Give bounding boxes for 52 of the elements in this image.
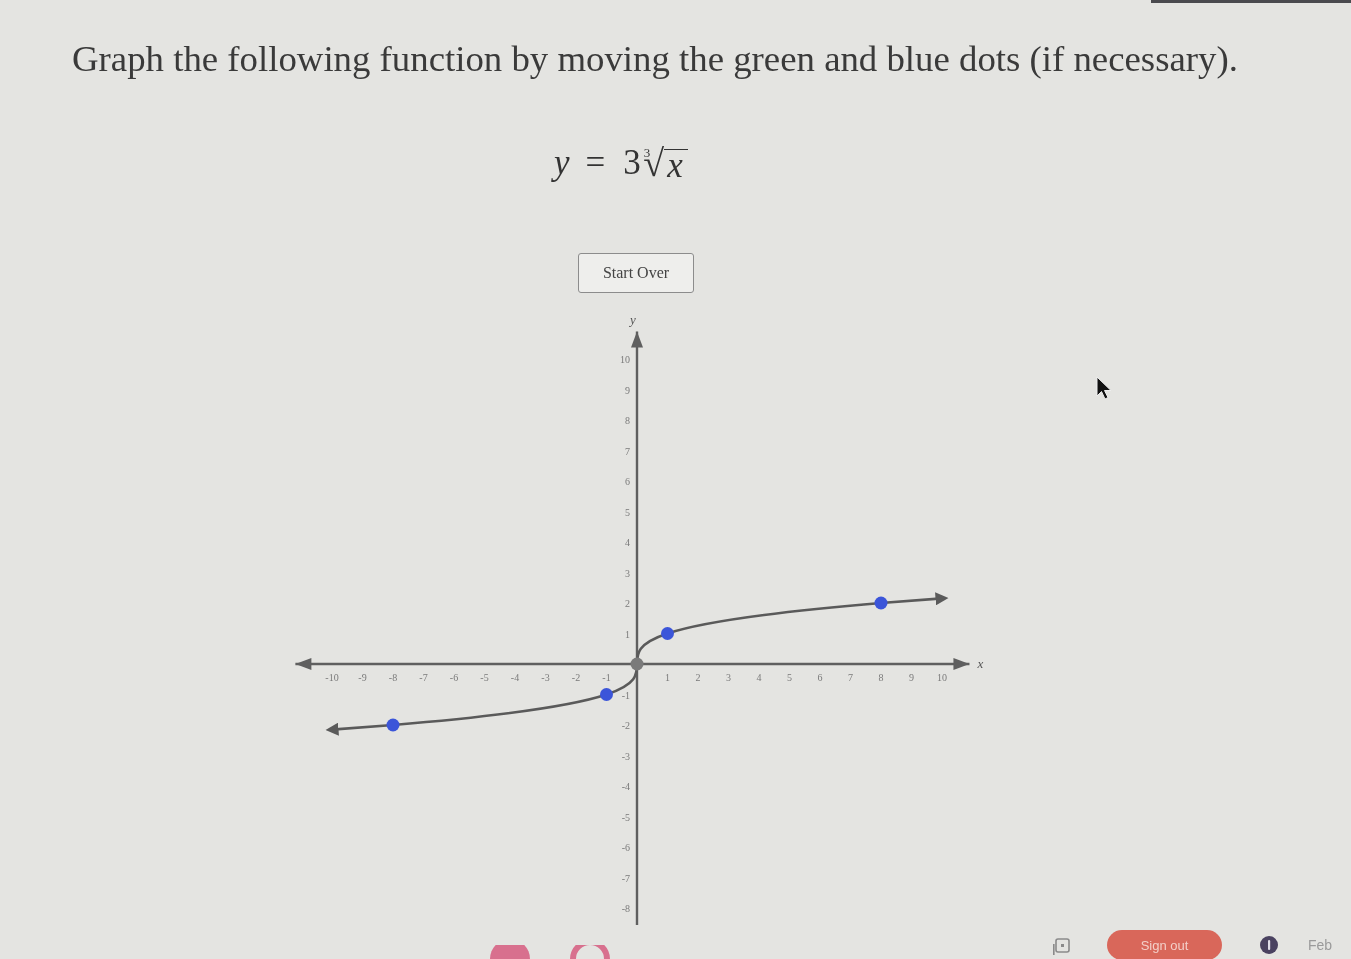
instruction-text: Graph the following function by moving the green and blue dots (if necessary). [71, 37, 1239, 80]
point-handle[interactable] [661, 627, 674, 640]
y-tick-label: -4 [621, 781, 630, 792]
point-handle[interactable] [630, 657, 644, 671]
x-tick-label: 10 [937, 672, 947, 683]
y-tick-label: 5 [625, 506, 630, 518]
y-tick-label: 6 [625, 476, 630, 487]
x-tick-label: -3 [541, 672, 550, 683]
y-tick-label: 7 [625, 445, 630, 457]
y-tick-label: 3 [625, 567, 630, 579]
y-tick-label: 8 [625, 415, 630, 426]
point-handle[interactable] [874, 596, 888, 610]
x-tick-label: -9 [358, 672, 367, 683]
info-icon[interactable] [1260, 936, 1278, 954]
y-tick-label: 1 [625, 628, 630, 640]
x-tick-label: 3 [726, 672, 731, 683]
date-text: Feb [1308, 937, 1333, 953]
x-tick-label: 2 [695, 672, 701, 683]
y-tick-label: 4 [625, 537, 630, 548]
y-tick-label: -6 [621, 842, 630, 853]
y-tick-label: -1 [621, 689, 630, 701]
x-tick-label: 1 [665, 672, 670, 683]
x-tick-label: -4 [510, 672, 520, 683]
point-handle[interactable] [600, 688, 613, 701]
x-tick-label: 5 [787, 672, 792, 683]
y-tick-label: 2 [625, 598, 630, 609]
start-over-button[interactable]: Start Over [578, 253, 694, 293]
x-tick-label: -1 [602, 672, 611, 683]
y-tick-label: -2 [621, 720, 630, 731]
y-tick-label: -7 [621, 872, 630, 884]
x-tick-label: 7 [848, 672, 853, 683]
x-axis-label: x [977, 656, 984, 671]
y-tick-label: -3 [621, 750, 630, 762]
y-tick-label: 10 [620, 354, 630, 365]
x-tick-label: 9 [909, 672, 914, 683]
x-tick-label: -2 [571, 672, 581, 683]
cursor-icon [1096, 376, 1112, 400]
x-tick-label: -10 [325, 672, 339, 683]
ring-icon[interactable] [570, 945, 610, 959]
point-handle[interactable] [386, 718, 400, 732]
y-axis-label: y [630, 311, 636, 327]
x-tick-label: -8 [388, 672, 398, 683]
x-tick-label: -7 [419, 672, 428, 683]
x-tick-label: 4 [756, 672, 762, 683]
y-tick-label: -8 [621, 903, 630, 914]
y-tick-label: -5 [621, 811, 630, 823]
y-tick-label: 9 [625, 384, 630, 396]
square-icon[interactable] [1052, 937, 1070, 955]
x-tick-label: 8 [878, 672, 884, 683]
x-tick-label: -5 [480, 672, 489, 683]
x-tick-label: -6 [449, 672, 459, 683]
x-tick-label: 6 [817, 672, 823, 683]
